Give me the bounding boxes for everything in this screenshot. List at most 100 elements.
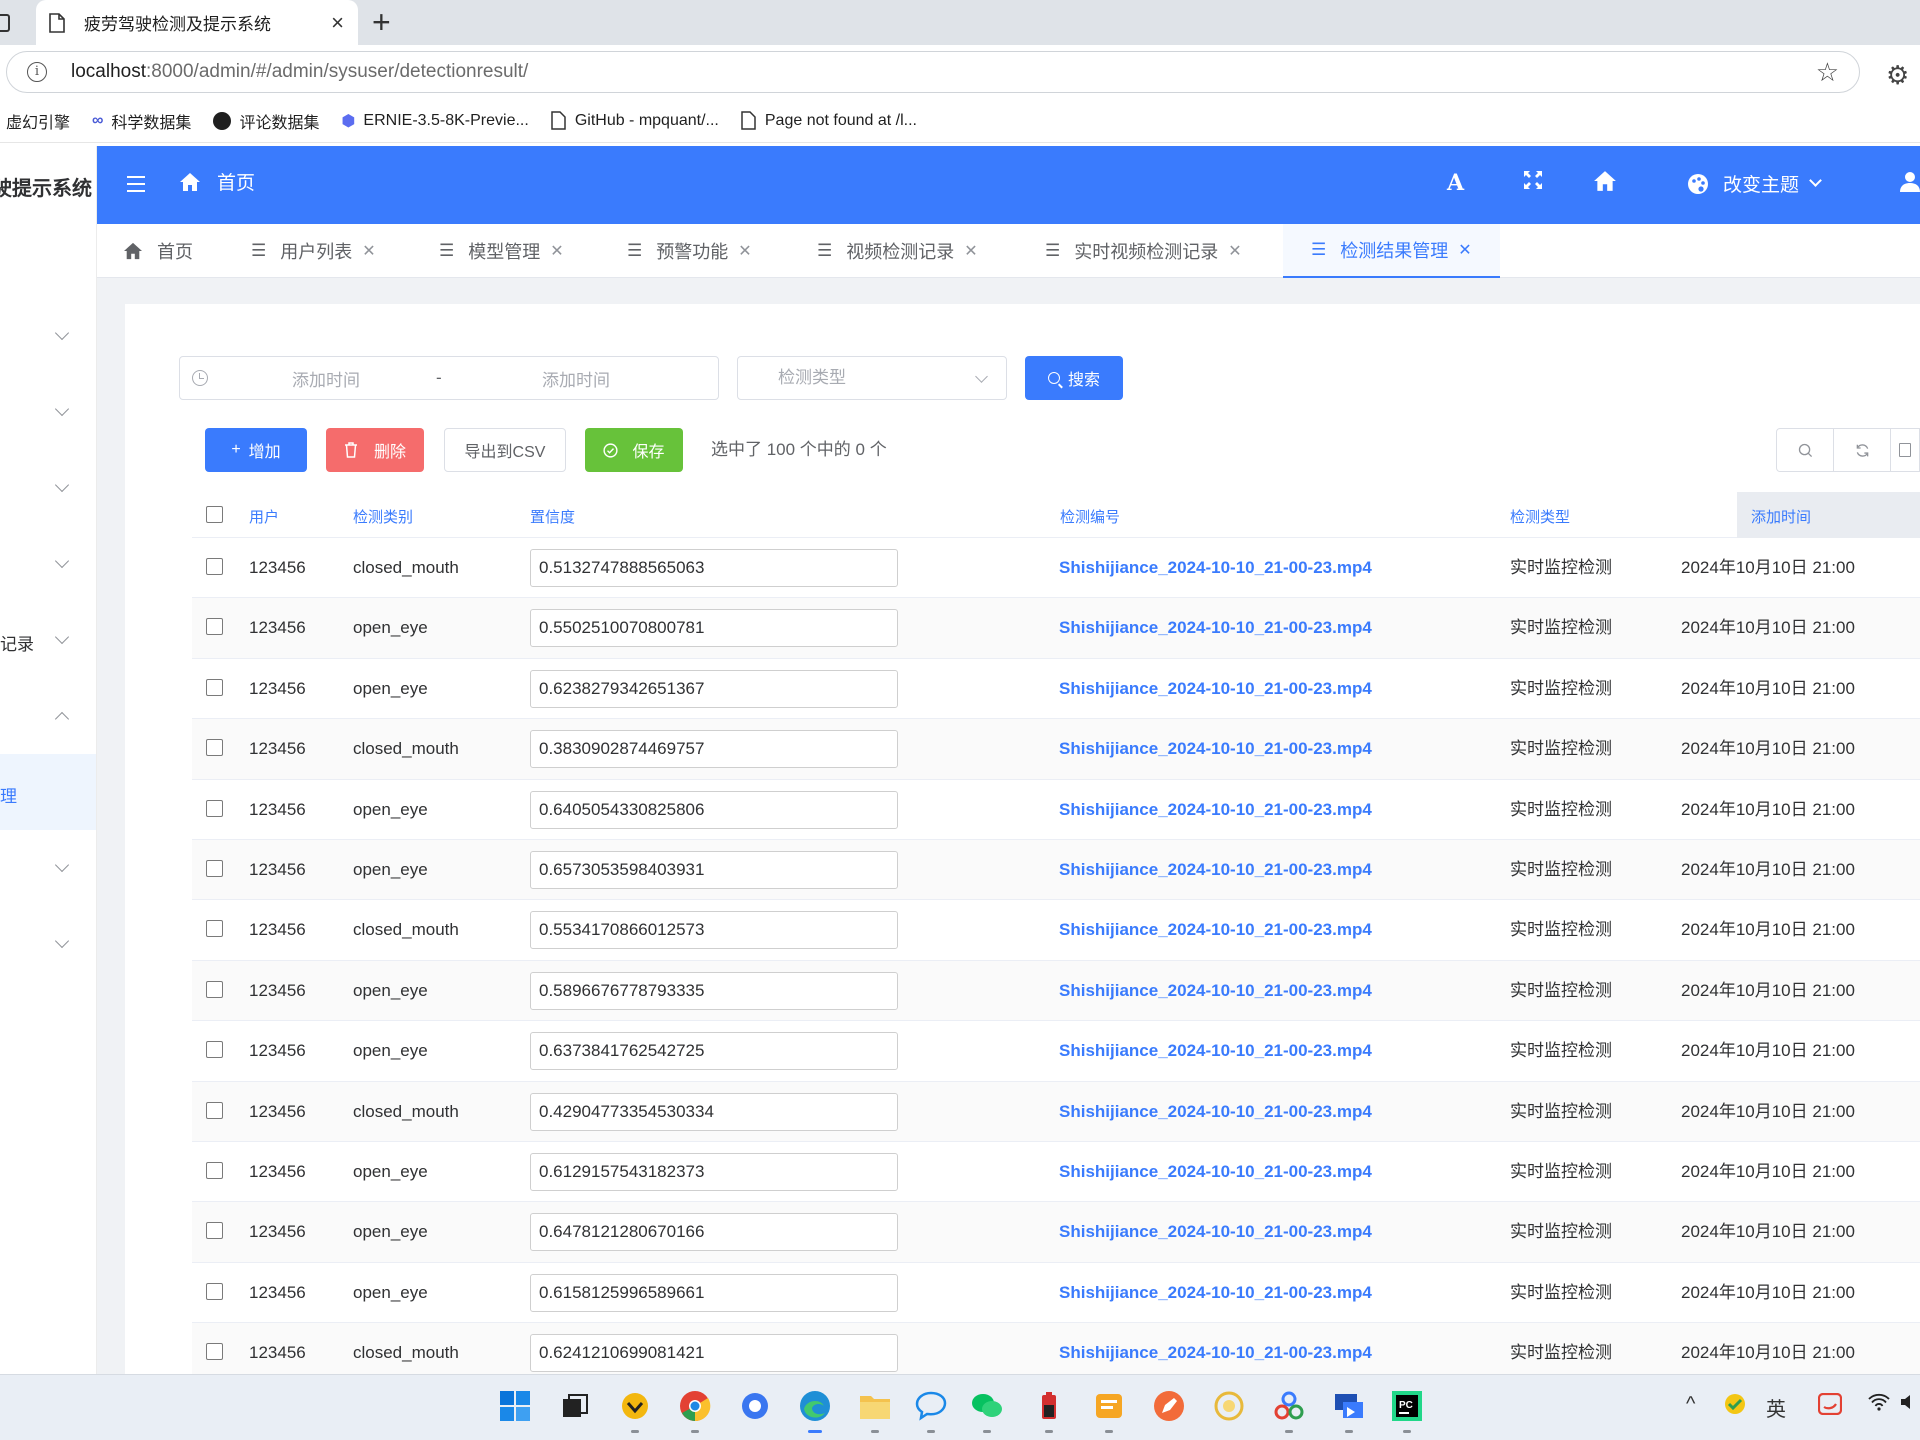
detection-code-link[interactable]: Shishijiance_2024-10-10_21-00-23.mp4	[1059, 1082, 1372, 1142]
notes-app-icon[interactable]	[1090, 1387, 1128, 1433]
row-checkbox[interactable]	[206, 1282, 223, 1300]
close-icon[interactable]: ✕	[550, 241, 563, 261]
tab-realtime-video-records[interactable]: ☰ 实时视频检测记录 ✕	[1045, 224, 1242, 278]
confidence-input[interactable]: 0.6405054330825806	[530, 790, 898, 829]
sidebar-menu-item[interactable]	[0, 298, 96, 374]
signal-icon[interactable]	[736, 1387, 774, 1425]
row-checkbox[interactable]	[206, 1222, 223, 1240]
confidence-input[interactable]: 0.5502510070800781	[530, 609, 898, 648]
detection-code-link[interactable]: Shishijiance_2024-10-10_21-00-23.mp4	[1059, 961, 1372, 1021]
confidence-input[interactable]: 0.6129157543182373	[530, 1152, 898, 1191]
close-tab-icon[interactable]: ×	[331, 10, 344, 36]
tab-user-list[interactable]: ☰ 用户列表 ✕	[251, 224, 376, 278]
pen-app-icon[interactable]	[1150, 1387, 1188, 1425]
tab-model-management[interactable]: ☰ 模型管理 ✕	[439, 224, 564, 278]
confidence-input[interactable]: 0.6158125996589661	[530, 1273, 898, 1312]
confidence-input[interactable]: 0.5534170866012573	[530, 911, 898, 950]
row-checkbox[interactable]	[206, 859, 223, 877]
row-checkbox[interactable]	[206, 1041, 223, 1059]
confidence-input[interactable]: 0.6373841762542725	[530, 1032, 898, 1071]
confidence-input[interactable]: 0.6478121280670166	[530, 1213, 898, 1252]
detection-code-link[interactable]: Shishijiance_2024-10-10_21-00-23.mp4	[1059, 900, 1372, 960]
pycharm-icon[interactable]: PC	[1388, 1387, 1426, 1433]
bookmark-star-icon[interactable]: ☆	[1816, 57, 1839, 88]
address-bar[interactable]: i localhost:8000/admin/#/admin/sysuser/d…	[6, 51, 1860, 93]
row-checkbox[interactable]	[206, 618, 223, 636]
volume-icon[interactable]	[1900, 1393, 1918, 1417]
end-date-input[interactable]: 添加时间	[542, 366, 610, 391]
column-header-code[interactable]: 检测编号	[1060, 506, 1120, 527]
user-avatar-icon[interactable]	[1899, 170, 1920, 198]
row-checkbox[interactable]	[206, 1343, 223, 1361]
table-row[interactable]: 123456 open_eye 0.6573053598403931 Shishiji…	[192, 839, 1920, 901]
bookmark-item[interactable]: 虚幻引擎	[6, 109, 70, 133]
close-icon[interactable]: ✕	[1228, 241, 1241, 261]
detection-code-link[interactable]: Shishijiance_2024-10-10_21-00-23.mp4	[1059, 598, 1372, 658]
start-date-input[interactable]: 添加时间	[292, 366, 432, 391]
confidence-input[interactable]: 0.6241210699081421	[530, 1334, 898, 1373]
extensions-icon[interactable]: ⚙	[1886, 60, 1909, 91]
font-size-icon[interactable]: A	[1447, 170, 1464, 196]
tray-app-icon[interactable]	[1724, 1393, 1746, 1421]
fullscreen-icon[interactable]	[1523, 170, 1543, 196]
sidebar-subitem-detection-results[interactable]: 理	[0, 754, 96, 830]
table-row[interactable]: 123456 open_eye 0.6373841762542725 Shishiji…	[192, 1021, 1920, 1082]
edge-icon[interactable]	[796, 1387, 834, 1433]
close-icon[interactable]: ✕	[1458, 240, 1471, 260]
change-theme-dropdown[interactable]: 改变主题	[1687, 170, 1822, 197]
detection-code-link[interactable]: Shishijiance_2024-10-10_21-00-23.mp4	[1059, 840, 1372, 900]
save-button[interactable]: 保存	[585, 428, 683, 472]
add-button[interactable]: + 增加	[205, 428, 307, 472]
tab-actions-icon[interactable]	[0, 14, 10, 32]
table-row[interactable]: 123456 open_eye 0.6158125996589661 Shishiji…	[192, 1263, 1920, 1324]
bookmark-item[interactable]: GitHub - mpquant/...	[551, 111, 719, 130]
detection-type-select[interactable]: 检测类型	[737, 356, 1007, 400]
detection-code-link[interactable]: Shishijiance_2024-10-10_21-00-23.mp4	[1059, 719, 1372, 779]
detection-code-link[interactable]: Shishijiance_2024-10-10_21-00-23.mp4	[1059, 1202, 1372, 1262]
chrome-icon[interactable]	[676, 1387, 714, 1433]
row-checkbox[interactable]	[206, 678, 223, 696]
confidence-input[interactable]: 0.5896676778793335	[530, 971, 898, 1010]
row-checkbox[interactable]	[206, 920, 223, 938]
confidence-input[interactable]: 0.6573053598403931	[530, 850, 898, 889]
tab-video-detection-records[interactable]: ☰ 视频检测记录 ✕	[817, 224, 978, 278]
table-row[interactable]: 123456 open_eye 0.6405054330825806 Shishiji…	[192, 780, 1920, 840]
detection-code-link[interactable]: Shishijiance_2024-10-10_21-00-23.mp4	[1059, 780, 1372, 840]
confidence-input[interactable]: 0.5132747888565063	[530, 549, 898, 587]
url-text[interactable]: localhost:8000/admin/#/admin/sysuser/det…	[71, 61, 1816, 83]
sidebar-menu-item[interactable]	[0, 374, 96, 450]
bookmark-item[interactable]: ∞ 科学数据集	[92, 109, 191, 133]
row-checkbox[interactable]	[206, 799, 223, 817]
confidence-input[interactable]: 0.6238279342651367	[530, 669, 898, 708]
detection-code-link[interactable]: Shishijiance_2024-10-10_21-00-23.mp4	[1059, 659, 1372, 719]
column-header-add-time[interactable]: 添加时间	[1737, 492, 1920, 538]
table-row[interactable]: 123456 open_eye 0.5502510070800781 Shishiji…	[192, 598, 1920, 659]
menu-toggle-icon[interactable]	[127, 176, 145, 192]
cloud-app-icon[interactable]	[1210, 1387, 1248, 1425]
tray-expand-icon[interactable]: ^	[1686, 1393, 1695, 1416]
row-checkbox[interactable]	[206, 980, 223, 998]
tab-home[interactable]: 首页	[123, 224, 193, 278]
tray-wps-icon[interactable]	[1817, 1392, 1843, 1421]
row-checkbox[interactable]	[206, 739, 223, 757]
confidence-input[interactable]: 0.42904773354530334	[530, 1092, 898, 1131]
row-checkbox[interactable]	[206, 1161, 223, 1179]
tab-detection-result-management[interactable]: ☰ 检测结果管理 ✕	[1283, 224, 1500, 278]
remote-desktop-icon[interactable]	[1330, 1387, 1368, 1433]
ime-indicator[interactable]: 英	[1766, 1393, 1786, 1422]
header-home-link[interactable]: 首页	[179, 168, 255, 195]
bookmark-item[interactable]: Page not found at /l...	[741, 111, 917, 130]
network-app-icon[interactable]	[1270, 1387, 1308, 1433]
sidebar-menu-item[interactable]	[0, 906, 96, 982]
column-header-type[interactable]: 检测类型	[1510, 506, 1570, 527]
browser-tab[interactable]: 疲劳驾驶检测及提示系统 ×	[36, 0, 358, 45]
export-csv-button[interactable]: 导出到CSV	[444, 428, 566, 472]
date-range-picker[interactable]: 添加时间 - 添加时间	[179, 356, 719, 400]
row-checkbox[interactable]	[206, 1101, 223, 1119]
close-icon[interactable]: ✕	[964, 241, 977, 261]
bookmark-item[interactable]: ⬢ ERNIE-3.5-8K-Previe...	[341, 111, 528, 131]
column-header-category[interactable]: 检测类别	[353, 506, 413, 527]
wifi-icon[interactable]	[1868, 1393, 1890, 1417]
sidebar-menu-item[interactable]	[0, 830, 96, 906]
table-row[interactable]: 123456 open_eye 0.6238279342651367 Shishiji…	[192, 659, 1920, 720]
